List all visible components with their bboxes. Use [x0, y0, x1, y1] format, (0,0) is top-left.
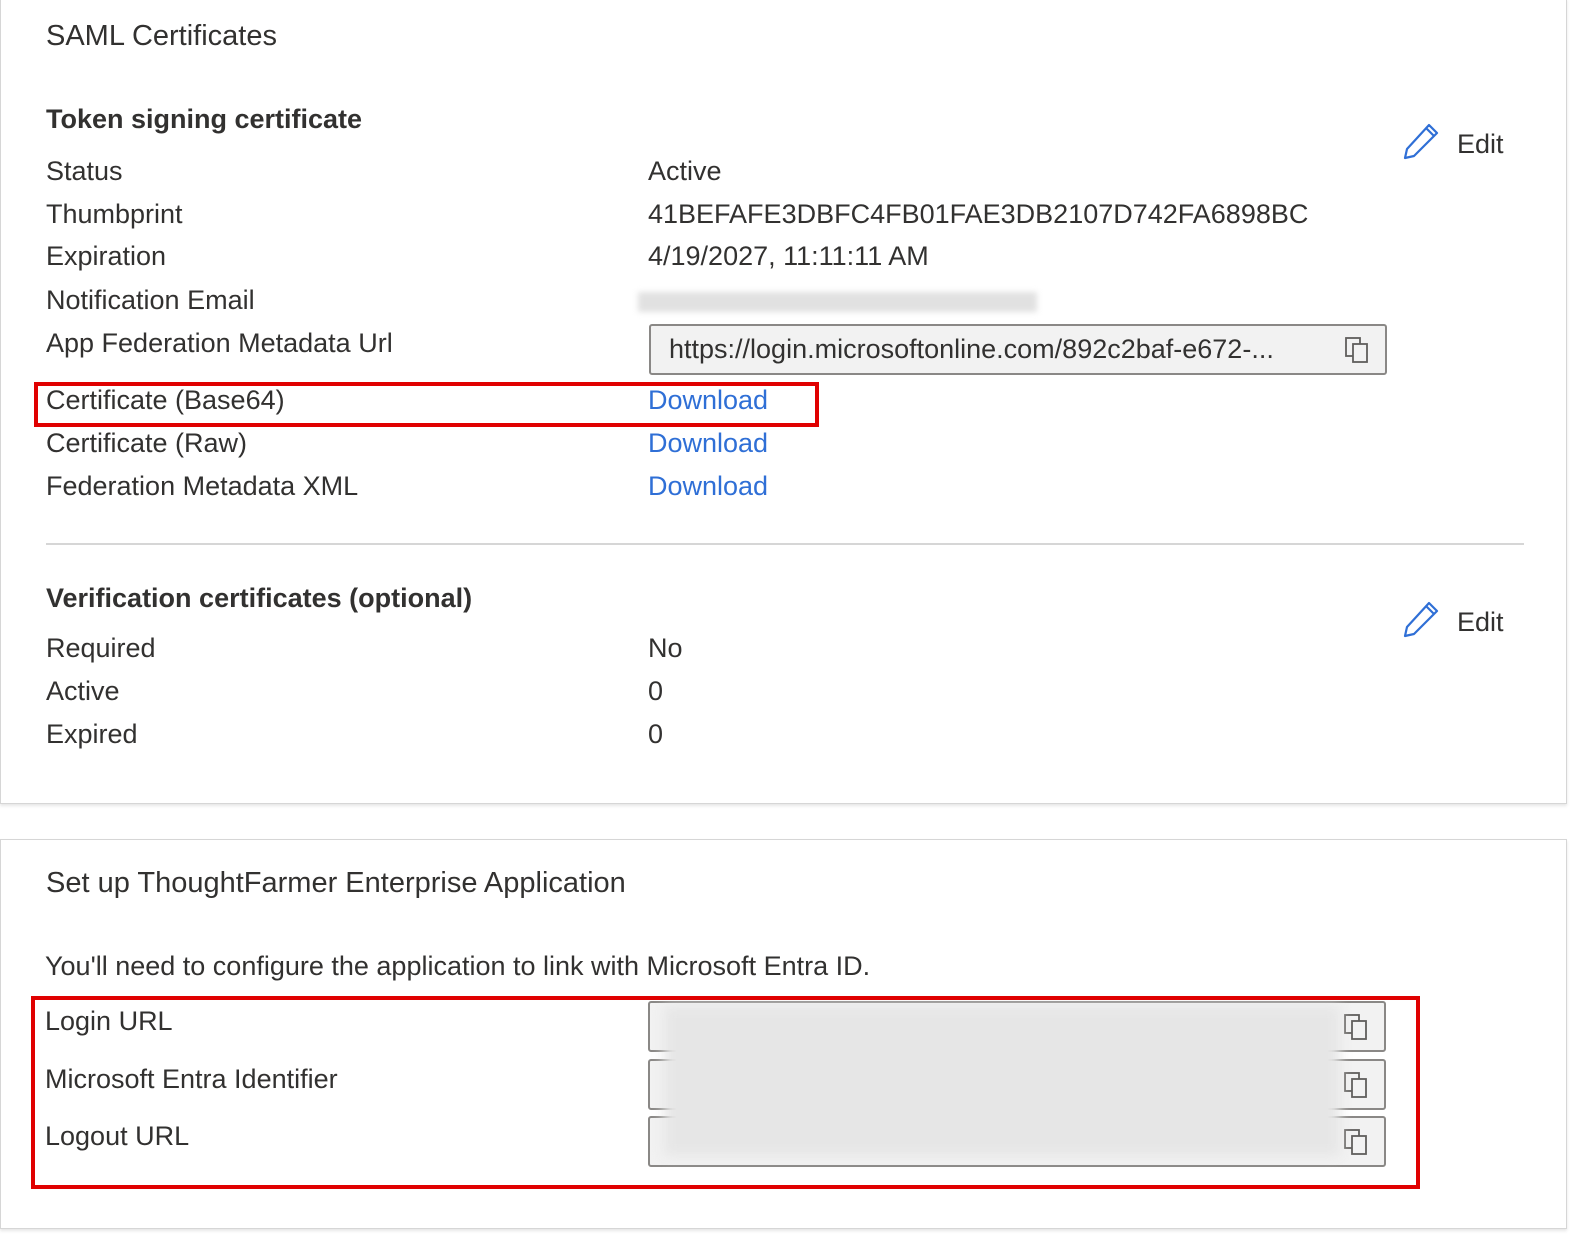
redacted-urls [664, 1006, 1340, 1156]
logout-url-label: Logout URL [45, 1121, 190, 1151]
certificate-raw-download-link[interactable]: Download [648, 428, 768, 459]
status-value: Active [648, 156, 722, 186]
thumbprint-value: 41BEFAFE3DBFC4FB01FAE3DB2107D742FA6898BC [648, 199, 1309, 229]
verification-heading: Verification certificates (optional) [46, 583, 473, 613]
saml-certificates-card: SAML Certificates Token signing certific… [0, 0, 1567, 804]
pencil-icon [1401, 121, 1457, 168]
card-title: SAML Certificates [46, 20, 277, 52]
certificate-raw-label: Certificate (Raw) [46, 428, 248, 458]
app-federation-metadata-url-value[interactable]: https://login.microsoftonline.com/892c2b… [651, 334, 1329, 365]
notification-email-redacted [638, 292, 1037, 312]
token-signing-edit-button[interactable]: Edit [1401, 122, 1504, 166]
certificate-base64-download-link[interactable]: Download [648, 385, 768, 416]
token-signing-heading: Token signing certificate [46, 104, 363, 134]
verification-edit-button[interactable]: Edit [1401, 600, 1504, 644]
expired-label: Expired [46, 719, 138, 749]
required-label: Required [46, 633, 156, 663]
section-divider [46, 543, 1524, 545]
federation-metadata-xml-download-link[interactable]: Download [648, 471, 768, 502]
expiration-value: 4/19/2027, 11:11:11 AM [648, 241, 929, 271]
copy-icon[interactable] [1329, 326, 1385, 373]
setup-description: You'll need to configure the application… [45, 951, 871, 981]
active-label: Active [46, 676, 120, 706]
edit-label: Edit [1457, 128, 1504, 159]
setup-title: Set up ThoughtFarmer Enterprise Applicat… [46, 867, 626, 899]
expiration-label: Expiration [46, 241, 167, 271]
status-label: Status [46, 156, 123, 186]
notification-email-label: Notification Email [46, 285, 255, 315]
required-value: No [648, 633, 683, 663]
thumbprint-label: Thumbprint [46, 199, 183, 229]
app-federation-metadata-url-label: App Federation Metadata Url [46, 328, 393, 358]
pencil-icon [1401, 599, 1457, 646]
active-value: 0 [648, 676, 664, 706]
edit-label: Edit [1457, 606, 1504, 637]
certificate-base64-label: Certificate (Base64) [46, 385, 285, 415]
expired-value: 0 [648, 719, 664, 749]
login-url-label: Login URL [45, 1006, 173, 1036]
app-federation-metadata-url-field[interactable]: https://login.microsoftonline.com/892c2b… [649, 324, 1387, 375]
federation-metadata-xml-label: Federation Metadata XML [46, 471, 359, 501]
entra-identifier-label: Microsoft Entra Identifier [45, 1064, 338, 1094]
